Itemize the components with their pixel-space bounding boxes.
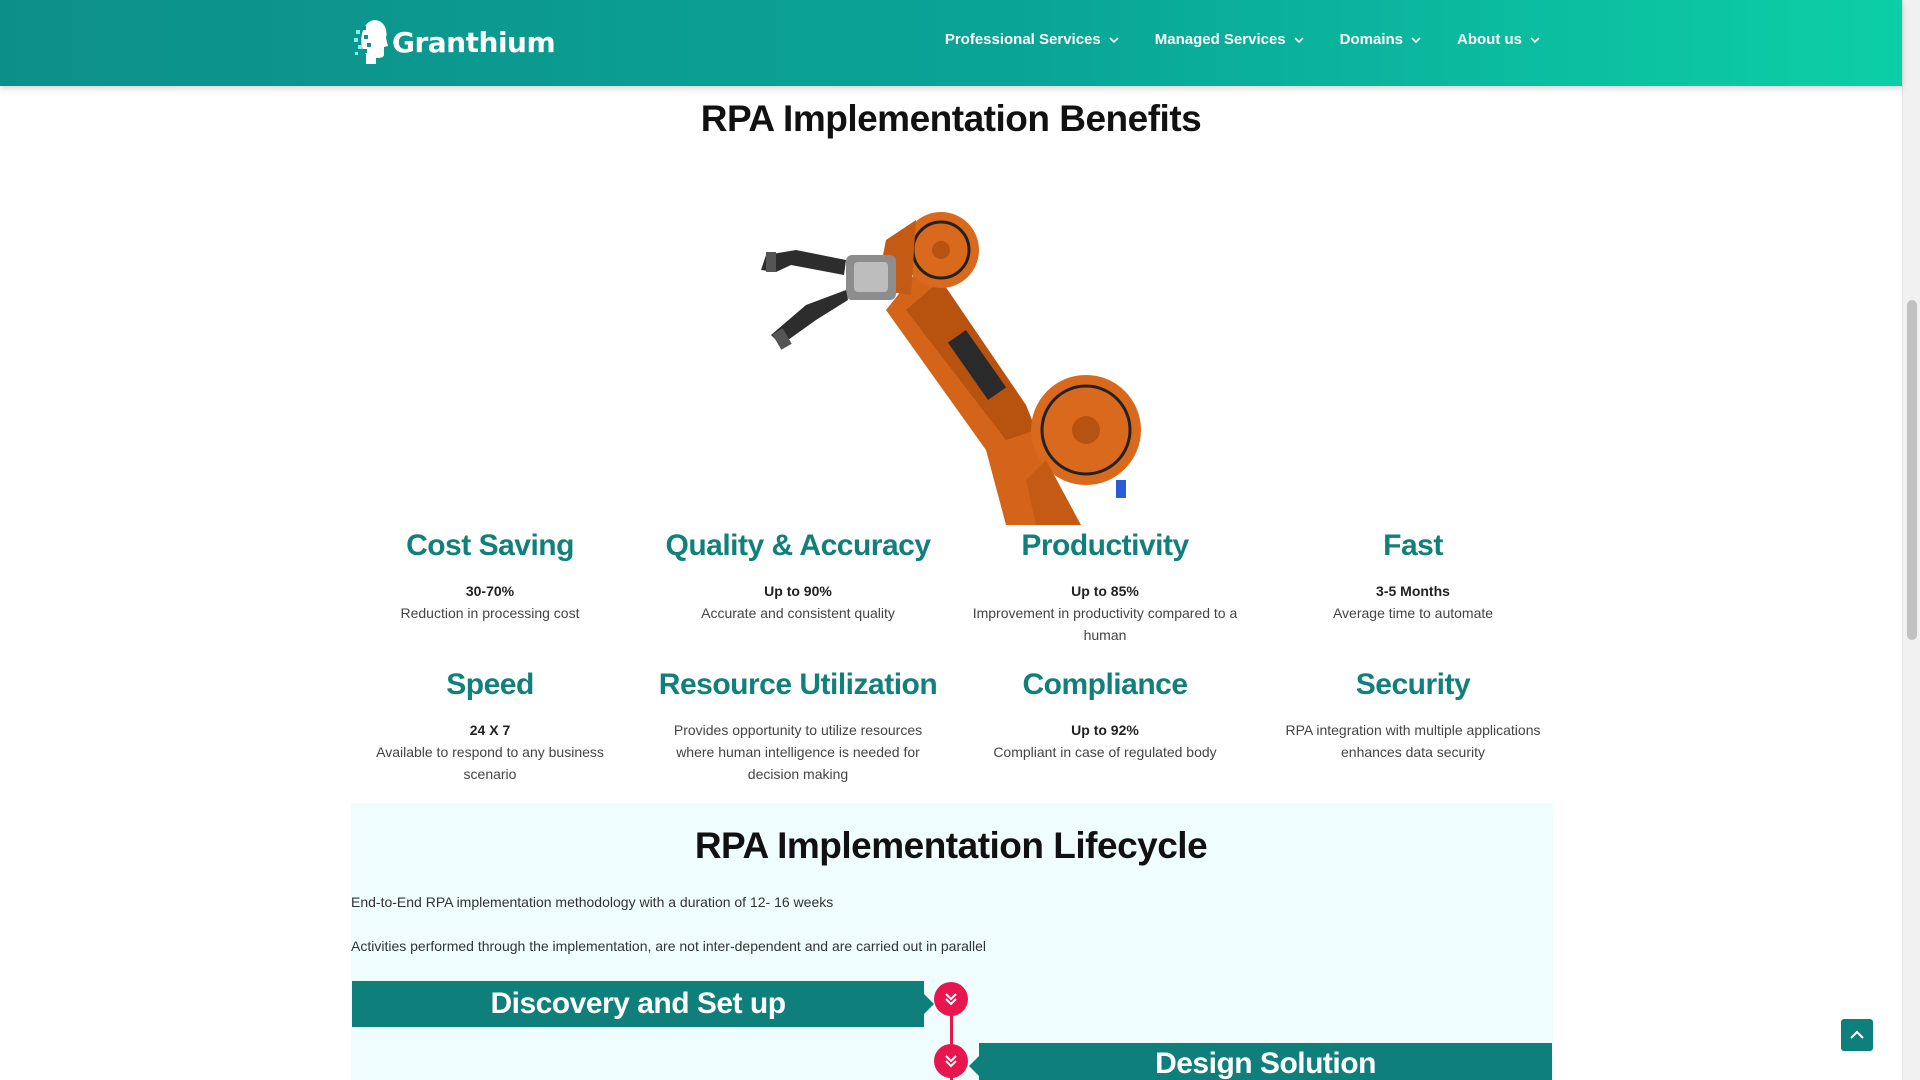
benefit-card-productivity: Productivity Up to 85% Improvement in pr…	[965, 528, 1245, 646]
nav-managed-services[interactable]: Managed Services	[1155, 31, 1304, 48]
nav-label: Managed Services	[1154, 31, 1286, 48]
benefit-desc: Available to respond to any business sce…	[376, 744, 604, 782]
chevron-down-icon	[1294, 36, 1304, 43]
benefit-card-compliance: Compliance Up to 92% Compliant in case o…	[965, 667, 1245, 763]
benefit-title: Resource Utilization	[658, 668, 938, 701]
site-header: Granthium Professional Services Managed …	[0, 0, 1902, 86]
benefit-desc: Average time to automate	[1332, 605, 1494, 621]
benefit-desc: RPA integration with multiple applicatio…	[1285, 722, 1541, 760]
benefit-stat: Up to 90%	[764, 583, 832, 599]
benefit-desc: Provides opportunity to utilize resource…	[673, 722, 923, 782]
logo-link[interactable]: Granthium	[354, 18, 556, 66]
main-nav: Professional Services Managed Services D…	[945, 31, 1540, 48]
benefit-card-fast: Fast 3-5 Months Average time to automate	[1273, 528, 1553, 624]
benefit-desc: Accurate and consistent quality	[701, 605, 895, 621]
benefit-title: Fast	[1383, 529, 1443, 562]
nav-label: Professional Services	[944, 31, 1101, 48]
benefit-card-quality-accuracy: Quality & Accuracy Up to 90% Accurate an…	[658, 528, 938, 624]
benefit-stat: 24 X 7	[469, 722, 511, 738]
benefit-title: Productivity	[1021, 529, 1189, 562]
benefit-title: Security	[1355, 668, 1471, 701]
benefit-desc: Compliant in case of regulated body	[993, 744, 1217, 760]
chevron-down-icon	[1411, 36, 1421, 43]
back-to-top-button[interactable]	[1841, 1019, 1873, 1051]
lifecycle-intro-parallel: Activities performed through the impleme…	[351, 938, 987, 954]
chevron-up-icon	[1850, 1030, 1864, 1039]
phase-label: Design Solution	[1155, 1047, 1376, 1080]
phase-design-solution: Design Solution	[969, 1043, 1552, 1080]
benefit-card-speed: Speed 24 X 7 Available to respond to any…	[350, 667, 630, 785]
phase-label: Discovery and Set up	[490, 987, 786, 1020]
double-chevron-down-icon	[934, 982, 968, 1016]
chevron-down-icon	[1530, 36, 1540, 43]
chevron-down-icon	[1109, 36, 1119, 43]
nav-domains[interactable]: Domains	[1340, 31, 1421, 48]
benefit-title: Compliance	[1022, 668, 1188, 701]
benefit-stat: Up to 92%	[1071, 722, 1139, 738]
benefit-desc: Improvement in productivity compared to …	[972, 605, 1238, 643]
brand-name: Granthium	[392, 25, 556, 59]
page-scrollbar[interactable]	[1902, 0, 1920, 1080]
nav-about-us[interactable]: About us	[1457, 31, 1540, 48]
benefits-title: RPA Implementation Benefits	[700, 98, 1202, 139]
benefit-title: Quality & Accuracy	[665, 529, 932, 562]
benefit-card-cost-saving: Cost Saving 30-70% Reduction in processi…	[350, 528, 630, 624]
benefit-card-resource-utilization: Resource Utilization Provides opportunit…	[658, 667, 938, 785]
benefit-stat: 3-5 Months	[1376, 583, 1450, 599]
double-chevron-down-icon	[934, 1044, 968, 1078]
benefit-stat: 30-70%	[465, 583, 515, 599]
benefit-card-security: Security RPA integration with multiple a…	[1273, 667, 1553, 763]
phase-discovery-setup: Discovery and Set up	[352, 981, 934, 1027]
scrollbar-thumb[interactable]	[1907, 300, 1917, 640]
benefit-title: Speed	[446, 668, 534, 701]
logo-icon	[354, 20, 388, 64]
nav-professional-services[interactable]: Professional Services	[945, 31, 1119, 48]
nav-label: About us	[1457, 31, 1522, 48]
nav-label: Domains	[1339, 31, 1403, 48]
benefit-title: Cost Saving	[406, 529, 574, 562]
benefit-desc: Reduction in processing cost	[400, 605, 580, 621]
benefit-stat: Up to 85%	[1071, 583, 1139, 599]
robot-arm-image	[761, 212, 1141, 525]
lifecycle-title: RPA Implementation Lifecycle	[694, 825, 1208, 866]
lifecycle-intro-duration: End-to-End RPA implementation methodolog…	[351, 894, 834, 910]
